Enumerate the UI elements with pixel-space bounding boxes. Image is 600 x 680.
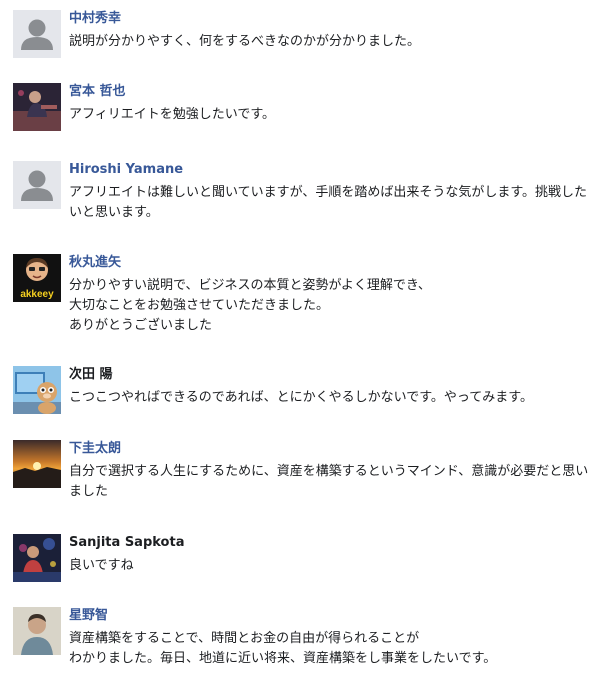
profile-photo-icon xyxy=(13,83,61,131)
comment-body: 宮本 哲也 アフィリエイトを勉強したいです。 xyxy=(69,83,590,125)
avatar[interactable] xyxy=(13,366,61,414)
comment-author-link[interactable]: 宮本 哲也 xyxy=(69,83,590,100)
comment-body: 次田 陽 こつこつやればできるのであれば、とにかくやるしかないです。やってみます… xyxy=(69,366,590,408)
profile-photo-icon: akkeey xyxy=(13,254,61,302)
comment-text: 分かりやすい説明で、ビジネスの本質と姿勢がよく理解でき、 大切なことをお勉強させ… xyxy=(69,278,431,333)
avatar[interactable] xyxy=(13,161,61,209)
profile-photo-icon xyxy=(13,607,61,655)
comment-text: 自分で選択する人生にするために、資産を構築するというマインド、意識が必要だと思い… xyxy=(69,464,589,499)
comment-author-name: Sanjita Sapkota xyxy=(69,535,185,550)
comment-body: 星野智 資産構築をすることで、時間とお金の自由が得られることが わかりました。毎… xyxy=(69,607,590,669)
avatar[interactable] xyxy=(13,10,61,58)
default-profile-icon xyxy=(13,161,61,209)
comment-author-link[interactable]: 下圭太朗 xyxy=(69,440,590,457)
comment-author-link[interactable]: 中村秀幸 xyxy=(69,10,590,27)
avatar[interactable] xyxy=(13,607,61,655)
comment-text: アフィリエイトを勉強したいです。 xyxy=(69,107,276,122)
comment-author-link[interactable]: 星野智 xyxy=(69,607,590,624)
avatar[interactable] xyxy=(13,83,61,131)
default-profile-icon xyxy=(13,10,61,58)
comment-text: 説明が分かりやすく、何をするべきなのかが分かりました。 xyxy=(69,34,421,49)
comment-text: 良いですね xyxy=(69,558,134,573)
comment-body: 中村秀幸 説明が分かりやすく、何をするべきなのかが分かりました。 xyxy=(69,10,590,52)
comment-body: 秋丸進矢 分かりやすい説明で、ビジネスの本質と姿勢がよく理解でき、 大切なことを… xyxy=(69,254,590,336)
comment-author-name: 次田 陽 xyxy=(69,367,113,382)
profile-photo-icon xyxy=(13,366,61,414)
comment-author-link[interactable]: 秋丸進矢 xyxy=(69,254,590,271)
comment-text: アフリエイトは難しいと聞いていますが、手順を踏めば出来そうな気がします。挑戦した… xyxy=(69,185,588,220)
comment-body: Hiroshi Yamane アフリエイトは難しいと聞いていますが、手順を踏めば… xyxy=(69,161,590,223)
avatar-caption: akkeey xyxy=(20,289,54,300)
comment-body: 下圭太朗 自分で選択する人生にするために、資産を構築するというマインド、意識が必… xyxy=(69,440,590,502)
comment-text: 資産構築をすることで、時間とお金の自由が得られることが わかりました。毎日、地道… xyxy=(69,631,497,666)
comment-text: こつこつやればできるのであれば、とにかくやるしかないです。やってみます。 xyxy=(69,390,533,405)
avatar[interactable] xyxy=(13,440,61,488)
profile-photo-icon xyxy=(13,534,61,582)
comment-body: Sanjita Sapkota 良いですね xyxy=(69,534,590,576)
avatar[interactable] xyxy=(13,534,61,582)
avatar[interactable]: akkeey xyxy=(13,254,61,302)
profile-photo-icon xyxy=(13,440,61,488)
comment-author-link[interactable]: Hiroshi Yamane xyxy=(69,161,590,178)
